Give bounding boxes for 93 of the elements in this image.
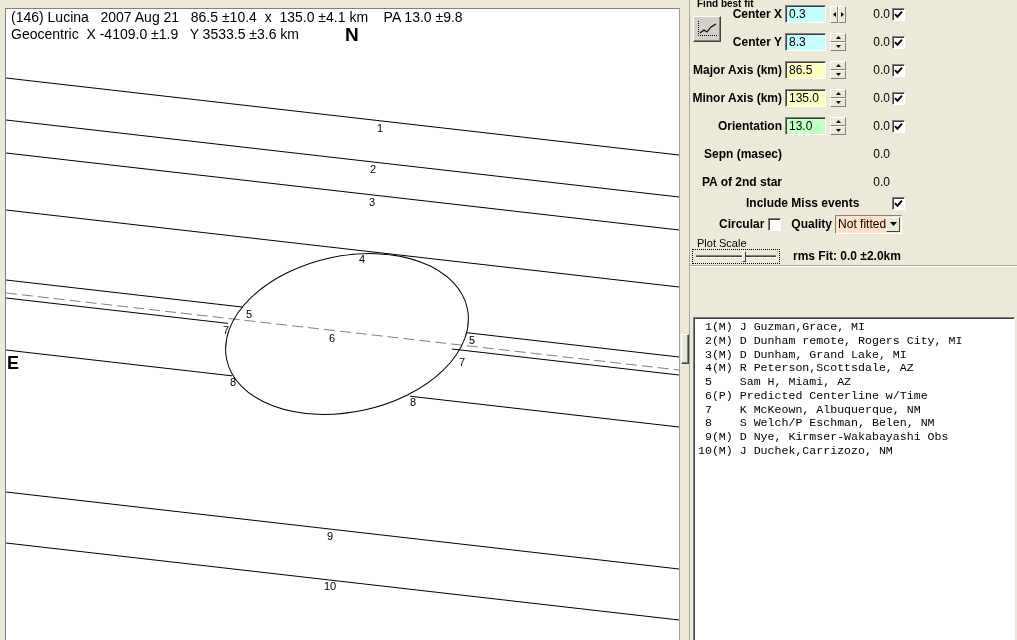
caret-down-icon [889,222,897,226]
chord-label: 5 [245,308,253,320]
north-label: N [345,24,359,45]
value-field[interactable]: 8.3 [785,33,826,51]
caret-up-icon [835,92,841,95]
quality-dropdown[interactable]: Not fitted [835,214,903,234]
residual-value: 0.0 [873,36,891,48]
chord-label: 3 [368,196,376,208]
fit-checkbox[interactable] [892,35,905,49]
caret-up-icon [835,64,841,67]
caret-up-icon [835,120,841,123]
checkmark-icon [894,93,903,103]
spin-up-button[interactable] [830,33,846,42]
fit-checkbox[interactable] [892,91,905,105]
readout-label: Sepn (masec) [703,148,783,160]
readout-value: 0.0 [873,176,891,188]
spin-up-button[interactable] [830,117,846,126]
field-label: Center Y [732,36,783,48]
field-label: Center X [732,8,783,20]
value-field[interactable]: 13.0 [785,117,826,135]
fit-checkbox[interactable] [892,63,905,77]
observer-list-item[interactable]: 5 Sam H, Miami, AZ [698,375,854,389]
chord-label: 1 [376,122,384,134]
caret-down-icon [835,73,841,76]
chord-label: 6 [328,332,336,344]
chord-label: 7 [458,356,466,368]
field-label: Minor Axis (km) [692,92,783,104]
value-field[interactable]: 86.5 [785,61,826,79]
plot-subtitle: Geocentric X -4109.0 ±1.9 Y 3533.5 ±3.6 km [11,26,300,43]
checkmark-icon [894,198,903,208]
chord-label: 8 [229,376,237,388]
chord-label: 4 [358,253,366,265]
chord-label: 8 [409,396,417,408]
chord-label: 7 [222,324,230,336]
spin-left-button[interactable] [830,5,838,23]
fit-checkbox[interactable] [892,7,905,21]
east-label: E [7,353,19,373]
spin-down-button[interactable] [830,126,846,135]
caret-left-icon [832,11,836,17]
residual-value: 0.0 [873,64,891,76]
spin-down-button[interactable] [830,98,846,107]
checkmark-icon [894,37,903,47]
observer-list-item[interactable]: 8 S Welch/P Eschman, Belen, NM [698,416,937,430]
observer-list-item[interactable]: 2(M) D Dunham remote, Rogers City, MI [698,333,965,348]
chord-label: 10 [323,580,337,592]
readout-value: 0.0 [873,148,891,160]
field-label: Major Axis (km) [693,64,783,76]
checkbox[interactable] [768,217,782,231]
caret-down-icon [835,101,841,104]
caret-right-icon [840,11,844,17]
field-label: Quality [791,218,833,230]
checkbox[interactable] [892,196,905,210]
observer-list-item[interactable]: 6(P) Predicted Centerline w/Time [698,388,930,403]
checkmark-icon [894,65,903,75]
checkbox-label: Include Miss events [746,197,860,209]
residual-value: 0.0 [873,120,891,132]
line-chart-icon [697,21,717,37]
chord-label: 2 [369,163,377,175]
section-heading: Find best fit [697,0,754,8]
spin-down-button[interactable] [830,70,846,79]
value-field[interactable]: 135.0 [785,89,826,107]
residual-value: 0.0 [873,92,891,104]
chord-label: 9 [326,530,334,542]
readout-label: PA of 2nd star [702,176,783,188]
fit-button[interactable] [693,16,721,42]
observer-list-item[interactable]: 7 K McKeown, Albuquerque, NM [698,402,923,417]
checkbox-label: Circular [719,218,765,230]
slider-label: Plot Scale [697,238,747,248]
spin-right-button[interactable] [838,5,846,23]
field-label: Orientation [718,120,783,132]
dropdown-button[interactable] [886,216,901,232]
checkmark-icon [894,9,903,19]
fit-checkbox[interactable] [892,119,905,133]
chord-label: 5 [468,334,476,346]
observer-list-item[interactable]: 1(M) J Guzman,Grace, MI [698,320,867,334]
scrollbar-thumb[interactable] [681,334,689,364]
observer-list-item[interactable]: 10(M) J Duchek,Carrizozo, NM [698,443,895,458]
residual-value: 0.0 [873,8,891,20]
caret-down-icon [835,45,841,48]
rms-fit-text: rms Fit: 0.0 ±2.0km [793,249,901,263]
checkmark-icon [894,121,903,131]
spin-up-button[interactable] [830,61,846,70]
value-field[interactable]: 0.3 [785,5,826,23]
observer-list-item[interactable]: 4(M) R Peterson,Scottsdale, AZ [698,361,916,375]
slider-thumb[interactable] [741,250,746,262]
spin-down-button[interactable] [830,42,846,51]
observer-list-item[interactable]: 9(M) D Nye, Kirmser-Wakabayashi Obs [698,430,951,444]
observer-list-item[interactable]: 3(M) D Dunham, Grand Lake, MI [698,347,909,362]
caret-up-icon [835,36,841,39]
caret-down-icon [835,129,841,132]
spin-up-button[interactable] [830,89,846,98]
plot-title: (146) Lucina 2007 Aug 21 86.5 ±10.4 x 135.0 ±4.1 km PA 13.0 ±9.8 [11,9,463,26]
plot-scale-slider[interactable] [692,248,780,264]
